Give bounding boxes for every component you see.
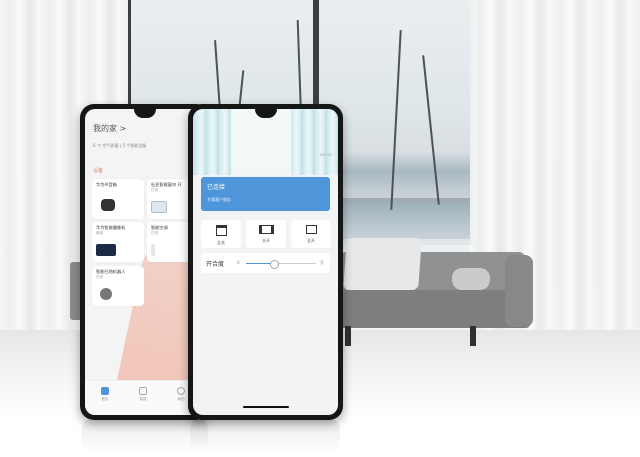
close-curtain-icon [215, 225, 227, 236]
connection-status-card[interactable]: 已连接 专属客户服务 [201, 177, 330, 211]
nav-smart[interactable]: 智能 [131, 387, 155, 402]
profile-icon [177, 387, 185, 395]
half-open-icon [258, 225, 274, 234]
phone-right-screen: DOOYA 已连接 专属客户服务 全关 半开 全开 开合度 0 开 [193, 109, 338, 415]
smart-icon [139, 387, 147, 395]
curtain-icon [151, 201, 167, 213]
open-curtain-icon [305, 225, 317, 234]
openness-slider-card: 开合度 0 开 [201, 253, 330, 273]
connection-title: 已连接 [207, 184, 226, 191]
notch [134, 109, 156, 118]
home-indicator [242, 406, 289, 408]
section-label: 设备 [93, 168, 104, 174]
sofa-leg [470, 326, 476, 346]
slider-knob[interactable] [270, 260, 279, 269]
product-scene: 我的家 > 6 ℃ 空气质量 | 5 个智能设备 设备 华为AI音箱 杜亚智能窗… [0, 0, 640, 457]
ac-icon [151, 244, 155, 256]
pillow [343, 238, 422, 290]
sofa-arm [505, 255, 533, 327]
device-status: 已关 [96, 275, 104, 279]
device-status: 已关 [151, 231, 159, 235]
sofa-leg [345, 326, 351, 346]
device-status: 已关 [151, 188, 159, 192]
window-frame [313, 0, 319, 110]
pillow [452, 268, 490, 290]
phone-right: DOOYA 已连接 专属客户服务 全关 半开 全开 开合度 0 开 [188, 104, 343, 420]
window-image [231, 109, 291, 175]
weather-summary: 6 ℃ 空气质量 | 5 个智能设备 [93, 143, 147, 148]
open-all-button[interactable]: 全开 [291, 220, 331, 248]
slider-min: 0 [237, 260, 240, 265]
connection-subtitle: 专属客户服务 [207, 197, 231, 202]
speaker-icon [101, 199, 115, 211]
slider-max: 开 [320, 260, 324, 265]
device-name: 华为AI音箱 [96, 182, 117, 187]
nav-home[interactable]: 首页 [93, 387, 117, 402]
device-card-speaker[interactable]: 华为AI音箱 [92, 179, 144, 219]
device-card-robot[interactable]: 智能扫地机器人 已关 [92, 266, 144, 306]
phone-reflection [190, 419, 340, 454]
device-status: 离线 [96, 231, 104, 235]
brand-label: DOOYA [319, 153, 332, 157]
robot-vacuum-icon [100, 288, 112, 300]
home-icon [101, 387, 109, 395]
phone-left-screen: 我的家 > 6 ℃ 空气质量 | 5 个智能设备 设备 华为AI音箱 杜亚智能窗… [85, 109, 205, 415]
close-all-button[interactable]: 全关 [201, 220, 241, 248]
sofa-seat [335, 290, 530, 328]
bottom-nav: 首页 智能 我的 [85, 380, 205, 415]
openness-slider[interactable] [246, 260, 316, 269]
home-title[interactable]: 我的家 > [93, 123, 126, 134]
half-open-button[interactable]: 半开 [246, 220, 286, 248]
slider-label: 开合度 [206, 261, 225, 268]
device-card-camera[interactable]: 华为智能摄像机 离线 [92, 222, 144, 262]
camera-icon [96, 244, 116, 256]
